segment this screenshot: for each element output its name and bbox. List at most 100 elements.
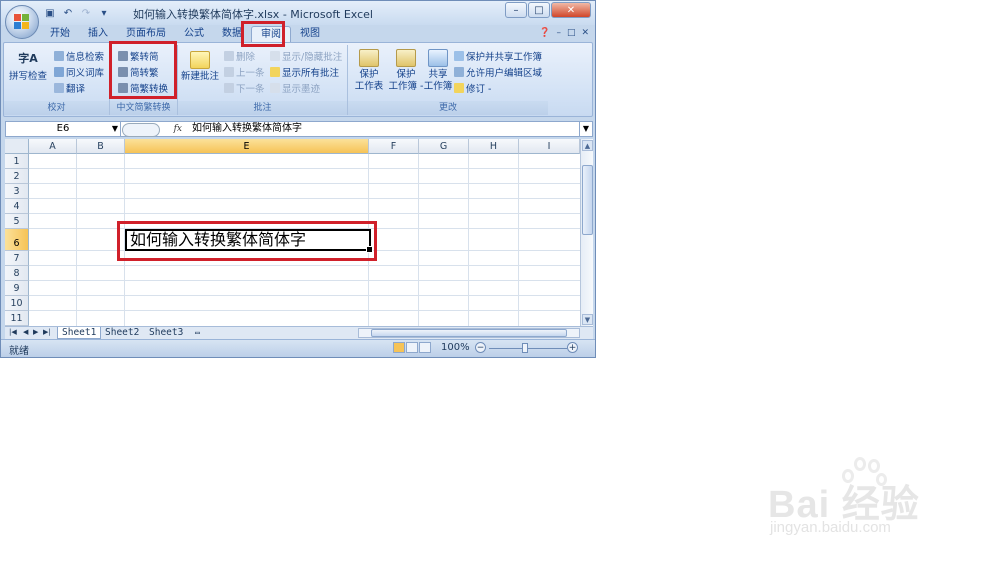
- row-header-4[interactable]: 4: [5, 199, 29, 214]
- translate-button[interactable]: 翻译: [54, 81, 85, 95]
- ribbon-restore-icon[interactable]: □: [567, 28, 576, 38]
- protect-workbook-label-1: 保护: [396, 69, 416, 80]
- allow-edit-ranges-button[interactable]: 允许用户编辑区域: [454, 65, 542, 79]
- sheet-tab-sheet1[interactable]: Sheet1: [57, 327, 102, 339]
- horizontal-scrollbar[interactable]: [358, 328, 580, 338]
- protect-workbook-button[interactable]: 保护 工作簿 -: [386, 49, 426, 93]
- scroll-up-icon[interactable]: ▲: [582, 140, 593, 151]
- show-hide-comment-button[interactable]: 显示/隐藏批注: [270, 49, 342, 63]
- column-header-g[interactable]: G: [419, 139, 469, 154]
- spellcheck-button[interactable]: 字A 拼写检查: [8, 49, 48, 83]
- zoom-level[interactable]: 100%: [441, 342, 470, 353]
- previous-comment-button[interactable]: 上一条: [224, 65, 265, 79]
- page-layout-view-icon[interactable]: [406, 342, 418, 353]
- column-header-b[interactable]: B: [77, 139, 125, 154]
- to-simplified-label: 繁转简: [130, 52, 159, 63]
- to-traditional-button[interactable]: 简转繁: [118, 65, 159, 79]
- tab-review[interactable]: 审阅: [251, 26, 291, 42]
- close-button[interactable]: ✕: [551, 2, 591, 18]
- track-changes-button[interactable]: 修订 -: [454, 81, 491, 95]
- tab-insert[interactable]: 插入: [79, 26, 117, 42]
- ribbon-minimize-icon[interactable]: –: [556, 28, 561, 38]
- insert-sheet-icon[interactable]: ▭: [191, 327, 204, 339]
- row-header-6[interactable]: 6: [5, 229, 29, 251]
- protect-share-workbook-button[interactable]: 保护并共享工作簿: [454, 49, 542, 63]
- vertical-scroll-thumb[interactable]: [582, 165, 593, 235]
- new-comment-button[interactable]: 新建批注: [180, 51, 220, 83]
- zoom-out-icon[interactable]: −: [475, 342, 486, 353]
- normal-view-icon[interactable]: [393, 342, 405, 353]
- zoom-slider-track[interactable]: [489, 348, 567, 349]
- show-ink-label: 显示墨迹: [282, 84, 321, 95]
- show-all-comments-label: 显示所有批注: [282, 68, 340, 79]
- to-simplified-button[interactable]: 繁转简: [118, 49, 159, 63]
- row-header-9[interactable]: 9: [5, 281, 29, 296]
- tab-home[interactable]: 开始: [41, 26, 79, 42]
- row-header-8[interactable]: 8: [5, 266, 29, 281]
- protect-sheet-button[interactable]: 保护 工作表: [352, 49, 386, 93]
- status-bar: 就绪 100% − +: [1, 339, 595, 357]
- zoom-in-icon[interactable]: +: [567, 342, 578, 353]
- tab-page-layout[interactable]: 页面布局: [117, 26, 175, 42]
- delete-comment-button[interactable]: 删除: [224, 49, 255, 63]
- show-ink-button[interactable]: 显示墨迹: [270, 81, 320, 95]
- row-header-3[interactable]: 3: [5, 184, 29, 199]
- page-break-view-icon[interactable]: [419, 342, 431, 353]
- office-button[interactable]: [5, 5, 39, 39]
- row-header-11[interactable]: 11: [5, 311, 29, 326]
- sheet-tab-sheet3[interactable]: Sheet3: [145, 327, 187, 339]
- protect-workbook-icon: [396, 49, 416, 67]
- row-header-1[interactable]: 1: [5, 154, 29, 169]
- minimize-button[interactable]: –: [505, 2, 527, 18]
- help-icon[interactable]: ❓: [539, 28, 550, 38]
- gridline: [29, 183, 580, 184]
- expand-formula-bar-icon[interactable]: ▼: [579, 122, 592, 136]
- tab-view[interactable]: 视图: [291, 26, 329, 42]
- name-box[interactable]: E6 ▼: [6, 122, 121, 136]
- last-sheet-icon[interactable]: ▶|: [43, 328, 51, 336]
- row-header-5[interactable]: 5: [5, 214, 29, 229]
- worksheet-grid[interactable]: A B E F G H I 1 2 3 4 5 6 7 8 9 10 11 如何…: [5, 139, 580, 326]
- column-header-f[interactable]: F: [369, 139, 419, 154]
- cell-e6[interactable]: 如何输入转换繁体简体字: [125, 229, 373, 253]
- sheet-tab-bar: |◀ ◀ ▶ ▶| Sheet1 Sheet2 Sheet3 ▭: [5, 326, 593, 339]
- show-all-comments-button[interactable]: 显示所有批注: [270, 65, 339, 79]
- tab-data[interactable]: 数据: [213, 26, 251, 42]
- thesaurus-button[interactable]: 同义词库: [54, 65, 104, 79]
- share-workbook-label-2: 工作簿: [423, 81, 453, 92]
- insert-function-button[interactable]: fx: [174, 122, 182, 136]
- share-workbook-button[interactable]: 共享 工作簿: [422, 49, 454, 93]
- formula-input[interactable]: 如何输入转换繁体简体字: [192, 122, 302, 136]
- next-sheet-icon[interactable]: ▶: [33, 328, 38, 336]
- formula-splitter[interactable]: [122, 123, 160, 137]
- column-header-h[interactable]: H: [469, 139, 519, 154]
- vertical-scrollbar[interactable]: ▲ ▼: [580, 139, 593, 326]
- office-logo-icon: [14, 14, 30, 30]
- cell-e6-text: 如何输入转换繁体简体字: [130, 230, 307, 249]
- column-header-e[interactable]: E: [125, 139, 369, 154]
- ribbon-close-icon[interactable]: ✕: [581, 28, 589, 38]
- research-button[interactable]: 信息检索: [54, 49, 104, 63]
- column-header-a[interactable]: A: [29, 139, 77, 154]
- gridline: [76, 154, 77, 326]
- fill-handle[interactable]: [366, 246, 373, 253]
- horizontal-scroll-thumb[interactable]: [371, 329, 567, 337]
- first-sheet-icon[interactable]: |◀: [9, 328, 17, 336]
- column-header-i[interactable]: I: [519, 139, 580, 154]
- sheet-tab-sheet2[interactable]: Sheet2: [101, 327, 143, 339]
- tab-formulas[interactable]: 公式: [175, 26, 213, 42]
- convert-button[interactable]: 简繁转换: [118, 81, 168, 95]
- protect-sheet-label-1: 保护: [359, 69, 379, 80]
- next-comment-button[interactable]: 下一条: [224, 81, 265, 95]
- to-traditional-icon: [118, 67, 128, 77]
- name-box-dropdown-icon[interactable]: ▼: [112, 122, 118, 136]
- select-all-corner[interactable]: [5, 139, 29, 154]
- zoom-slider-knob[interactable]: [522, 343, 528, 353]
- prev-sheet-icon[interactable]: ◀: [23, 328, 28, 336]
- row-header-2[interactable]: 2: [5, 169, 29, 184]
- maximize-button[interactable]: □: [528, 2, 550, 18]
- scroll-down-icon[interactable]: ▼: [582, 314, 593, 325]
- row-header-7[interactable]: 7: [5, 251, 29, 266]
- row-header-10[interactable]: 10: [5, 296, 29, 311]
- next-comment-icon: [224, 83, 234, 93]
